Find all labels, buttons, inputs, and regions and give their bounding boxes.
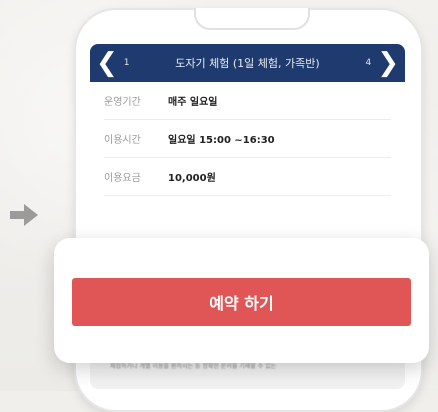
info-label: 이용시간 (104, 135, 141, 146)
info-value: 일요일 15:00 ~16:30 (168, 135, 275, 146)
chevron-right-icon: ❯ (377, 48, 399, 78)
info-label: 이용요금 (104, 173, 141, 184)
reservation-popup: 예약 하기 (54, 238, 429, 363)
program-info: 운영기간 매주 일요일 이용시간 일요일 15:00 ~16:30 이용요금 1… (90, 82, 405, 196)
prev-count: 1 (123, 58, 130, 68)
chevron-left-icon: ❮ (96, 48, 118, 78)
info-row-period: 운영기간 매주 일요일 (104, 82, 391, 120)
info-value: 매주 일요일 (168, 97, 218, 108)
info-value: 10,000원 (168, 173, 216, 184)
info-row-fee: 이용요금 10,000원 (104, 158, 391, 196)
prev-program-button[interactable]: ❮ 1 (90, 44, 152, 82)
program-header: ❮ 1 도자기 체험 (1일 체험, 가족반) 4 ❯ (90, 44, 405, 82)
reserve-button[interactable]: 예약 하기 (72, 278, 411, 326)
program-title: 도자기 체험 (1일 체험, 가족반) (175, 57, 320, 70)
info-label: 운영기간 (104, 97, 141, 108)
next-count: 4 (365, 58, 372, 68)
next-program-button[interactable]: 4 ❯ (343, 44, 405, 82)
phone-notch (194, 8, 310, 30)
info-row-time: 이용시간 일요일 15:00 ~16:30 (104, 120, 391, 158)
footnote-text: 체험하거나 개별 이용을 원하시는 등 정확한 문의를 기재할 수 있는 (110, 363, 277, 370)
